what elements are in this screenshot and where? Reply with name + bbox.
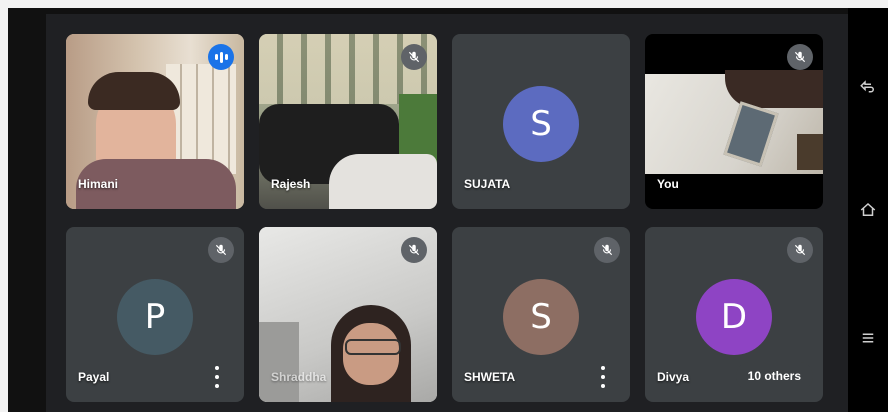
participant-tile-avatar[interactable]: P Payal [66,227,244,402]
participant-name: Divya [657,370,690,384]
avatar: P [117,279,193,355]
others-count-button[interactable]: 10 others [735,362,813,390]
mic-off-icon [594,237,620,263]
more-options-icon[interactable] [212,366,222,388]
mic-off-icon [401,237,427,263]
avatar: S [503,86,579,162]
device-screen: Himani Rajesh S SUJATA You P Payal Shrad… [8,8,888,412]
avatar: S [503,279,579,355]
participant-tile-avatar[interactable]: S SUJATA [452,34,630,209]
participant-name: Himani [78,177,119,191]
participant-tile-video[interactable]: Shraddha [259,227,437,402]
participant-name: You [657,177,679,191]
participant-tile-video[interactable]: Himani [66,34,244,209]
participant-tile-self[interactable]: You [645,34,823,209]
recents-icon[interactable] [854,324,882,352]
back-icon[interactable] [854,74,882,102]
participant-name: SUJATA [464,177,511,191]
participant-name: Shraddha [271,370,327,384]
mic-off-icon [401,44,427,70]
participant-tile-video[interactable]: Rajesh [259,34,437,209]
speaking-indicator-icon [208,44,234,70]
participant-name: Payal [78,370,110,384]
video-grid: Himani Rajesh S SUJATA You P Payal Shrad… [46,14,848,412]
participant-tile-avatar[interactable]: S SHWETA [452,227,630,402]
participant-name: SHWETA [464,370,516,384]
home-icon[interactable] [854,196,882,224]
avatar: D [696,279,772,355]
mic-off-icon [787,237,813,263]
android-nav-bar [848,8,888,412]
participant-name: Rajesh [271,177,311,191]
more-options-icon[interactable] [598,366,608,388]
mic-off-icon [787,44,813,70]
participant-tile-avatar[interactable]: D Divya 10 others [645,227,823,402]
mic-off-icon [208,237,234,263]
